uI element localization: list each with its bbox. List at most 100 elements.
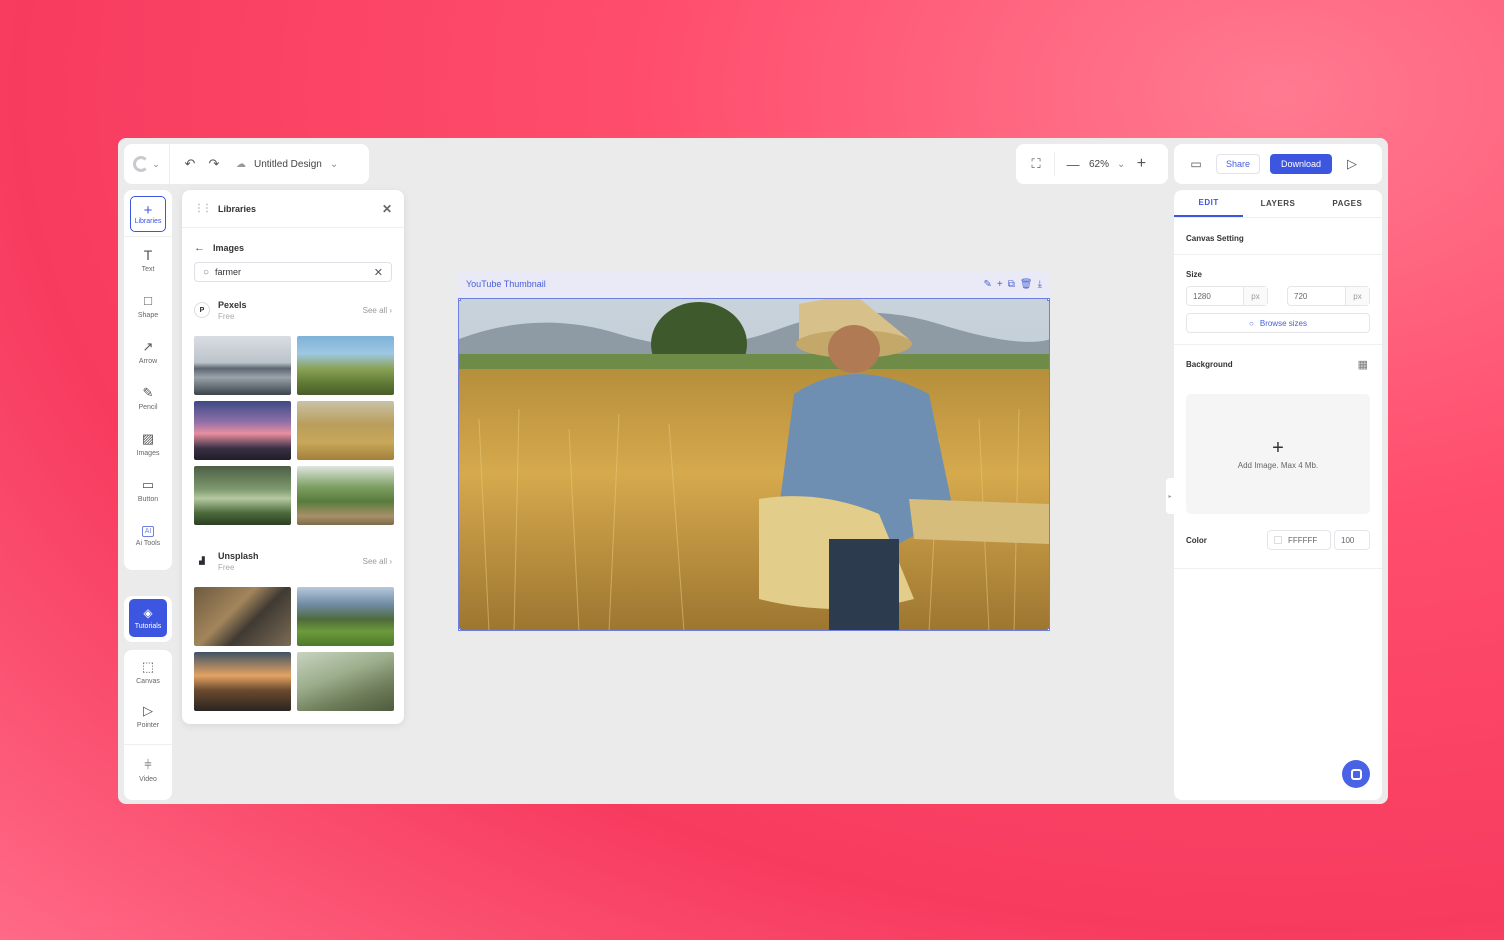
tool-ai-tools[interactable]: AI Ai Tools xyxy=(124,526,172,547)
color-hex-field[interactable]: FFFFFF xyxy=(1267,530,1331,550)
plus-icon[interactable]: + xyxy=(997,279,1003,290)
image-thumbnail[interactable] xyxy=(194,336,291,395)
present-button[interactable]: ▷ xyxy=(1342,154,1362,174)
clear-search-icon[interactable]: ✕ xyxy=(374,266,383,279)
tool-label: Shape xyxy=(137,312,159,319)
close-icon[interactable]: ✕ xyxy=(382,202,392,216)
tool-label: Pencil xyxy=(138,404,158,411)
see-all-link[interactable]: See all › xyxy=(363,306,392,315)
back-arrow-icon[interactable]: ← xyxy=(194,242,205,254)
cloud-icon: ☁ xyxy=(236,158,246,170)
video-icon: ⫩ xyxy=(144,757,152,772)
image-thumbnail[interactable] xyxy=(194,401,291,460)
zoom-out-button[interactable]: — xyxy=(1063,154,1083,174)
chevron-right-icon: ▸ xyxy=(1168,493,1172,500)
divider xyxy=(124,744,172,745)
ai-icon: AI xyxy=(142,526,154,537)
unit-label: px xyxy=(1243,287,1267,305)
fit-screen-button[interactable]: ⛶ xyxy=(1026,154,1046,174)
app-menu-button[interactable]: ⌄ xyxy=(124,144,170,184)
arrow-icon: ↗ xyxy=(142,339,154,354)
download-button[interactable]: Download xyxy=(1270,154,1332,174)
zoom-bar: ⛶ — 62% ⌄ + xyxy=(1016,144,1168,184)
redo-button[interactable]: ↷ xyxy=(204,154,224,174)
width-field[interactable]: 1280 px xyxy=(1186,286,1268,306)
image-thumbnail[interactable] xyxy=(194,466,291,525)
tool-label: Libraries xyxy=(134,217,162,225)
search-input[interactable] xyxy=(215,267,368,277)
design-title-dropdown[interactable]: ☁ Untitled Design ⌄ xyxy=(236,159,338,170)
height-value: 720 xyxy=(1294,291,1308,301)
tool-pointer[interactable]: ▷ Pointer xyxy=(124,704,172,730)
tab-layers[interactable]: LAYERS xyxy=(1243,190,1312,217)
tool-button[interactable]: ▭ Button xyxy=(124,477,172,504)
pexels-image-grid xyxy=(182,336,404,525)
canvas-image[interactable] xyxy=(458,298,1050,631)
unit-label: px xyxy=(1345,287,1369,305)
design-title: Untitled Design xyxy=(254,158,322,170)
button-icon: ▭ xyxy=(141,477,155,492)
resize-handle[interactable] xyxy=(459,299,461,301)
divider xyxy=(1054,152,1055,176)
divider xyxy=(1174,254,1382,255)
tool-pencil[interactable]: ✎ Pencil xyxy=(124,386,172,412)
image-thumbnail[interactable] xyxy=(297,401,394,460)
duplicate-icon[interactable]: ⧉ xyxy=(1008,279,1015,290)
drag-handle-icon[interactable]: ⋮⋮ xyxy=(194,203,212,214)
tab-edit[interactable]: EDIT xyxy=(1174,190,1244,217)
fit-screen-icon: ⛶ xyxy=(1031,156,1041,171)
top-left-bar: ⌄ ↶ ↷ ☁ Untitled Design ⌄ xyxy=(124,144,369,184)
see-all-link[interactable]: See all › xyxy=(363,557,392,566)
tool-shape[interactable]: □ Shape xyxy=(124,294,172,320)
tutorials-card: ◈ Tutorials xyxy=(124,596,172,642)
text-icon: T xyxy=(143,247,153,263)
color-hex-value: FFFFFF xyxy=(1288,535,1318,545)
zoom-level[interactable]: 62% xyxy=(1089,159,1109,170)
comment-icon: ▭ xyxy=(1190,157,1202,171)
zoom-in-button[interactable]: + xyxy=(1131,154,1151,174)
image-thumbnail[interactable] xyxy=(297,466,394,525)
frame-title[interactable]: YouTube Thumbnail xyxy=(466,279,546,289)
chevron-down-icon[interactable]: ⌄ xyxy=(1117,159,1125,170)
add-image-dropzone[interactable]: + Add Image. Max 4 Mb. xyxy=(1186,394,1370,514)
source-sub: Free xyxy=(218,311,235,321)
image-thumbnail[interactable] xyxy=(297,336,394,395)
color-swatch[interactable] xyxy=(1274,536,1282,544)
download-icon[interactable]: ⤓ xyxy=(1038,279,1042,290)
transparent-grid-icon[interactable]: ▦ xyxy=(1358,358,1368,371)
edit-icon[interactable]: ✎ xyxy=(984,279,992,290)
chat-support-button[interactable] xyxy=(1342,760,1370,788)
color-label: Color xyxy=(1186,536,1207,545)
trash-icon[interactable]: 🗑 xyxy=(1020,279,1033,290)
tool-libraries[interactable]: + Libraries xyxy=(130,196,166,232)
image-thumbnail[interactable] xyxy=(297,587,394,646)
collapse-panel-button[interactable]: ▸ xyxy=(1166,478,1174,514)
image-thumbnail[interactable] xyxy=(194,652,291,711)
tool-images[interactable]: ▨ Images xyxy=(124,432,172,458)
image-thumbnail[interactable] xyxy=(297,652,394,711)
tutorials-button[interactable]: ◈ Tutorials xyxy=(129,599,167,637)
tool-label: Images xyxy=(136,450,160,457)
width-value: 1280 xyxy=(1193,291,1211,301)
tool-arrow[interactable]: ↗ Arrow xyxy=(124,339,172,366)
tool-video[interactable]: ⫩ Video xyxy=(124,757,172,784)
undo-button[interactable]: ↶ xyxy=(180,154,200,174)
pexels-logo-icon: P xyxy=(194,302,210,318)
search-field: ○ ✕ xyxy=(194,262,392,282)
share-button[interactable]: Share xyxy=(1216,154,1260,174)
tool-text[interactable]: T Text xyxy=(124,248,172,273)
browse-sizes-button[interactable]: ○ Browse sizes xyxy=(1186,313,1370,333)
libraries-header: ⋮⋮ Libraries ✕ xyxy=(182,190,404,228)
logo-icon xyxy=(133,156,150,172)
play-icon: ▷ xyxy=(1347,156,1357,171)
tool-canvas[interactable]: ⬚ Canvas xyxy=(124,660,172,686)
breadcrumb: ← Images xyxy=(182,228,404,262)
tool-label: Text xyxy=(141,266,155,273)
image-thumbnail[interactable] xyxy=(194,587,291,646)
height-field[interactable]: 720 px xyxy=(1287,286,1370,306)
source-unsplash: ▟ Unsplash Free See all › xyxy=(182,541,404,581)
tutorials-label: Tutorials xyxy=(134,623,162,630)
comment-button[interactable]: ▭ xyxy=(1186,154,1206,174)
opacity-field[interactable]: 100 xyxy=(1334,530,1370,550)
tab-pages[interactable]: PAGES xyxy=(1313,190,1382,217)
